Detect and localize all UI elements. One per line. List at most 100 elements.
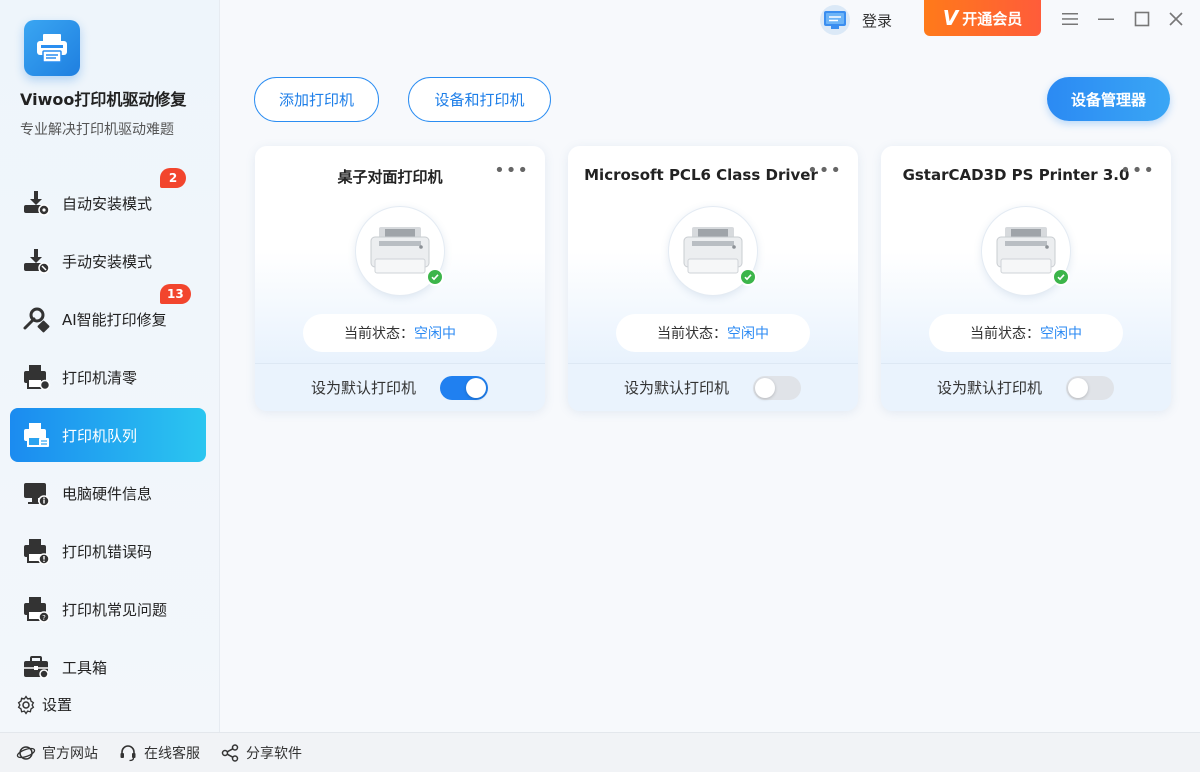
chat-monitor-icon <box>820 5 850 35</box>
sidebar-item-label: 打印机队列 <box>62 426 138 445</box>
sidebar-item-printer-reset[interactable]: 打印机清零 <box>10 350 206 404</box>
login-label: 登录 <box>862 11 893 30</box>
printer-card: Microsoft PCL6 Class Driver ••• 当前状态： 空闲中… <box>568 146 858 411</box>
sidebar-item-label: 手动安装模式 <box>62 252 153 271</box>
printer-name: GstarCAD3D PS Printer 3.0 <box>902 166 1130 184</box>
official-website-link[interactable]: 官方网站 <box>16 743 98 763</box>
app-subtitle: 专业解决打印机驱动难题 <box>20 122 174 138</box>
printer-name: 桌子对面打印机 <box>337 168 443 186</box>
close-button[interactable] <box>1165 8 1187 30</box>
minimize-button[interactable] <box>1095 8 1117 30</box>
status-pill: 当前状态： 空闲中 <box>303 314 497 352</box>
vip-membership-button[interactable]: V 开通会员 <box>924 0 1041 36</box>
gear-icon <box>17 694 35 715</box>
toolbox-icon <box>20 651 52 683</box>
default-printer-toggle[interactable] <box>753 375 801 400</box>
default-printer-label: 设为默认打印机 <box>937 379 1043 397</box>
download-install-icon <box>20 187 52 219</box>
card-footer: 设为默认打印机 <box>255 363 545 411</box>
app-logo <box>24 20 80 76</box>
sidebar-item-label: 工具箱 <box>62 658 108 677</box>
check-icon <box>1052 268 1070 286</box>
sidebar-nav: 自动安装模式 2 手动安装模式 AI智能打印修复 13 打印机清零 打印机队列 … <box>10 168 206 698</box>
sidebar-item-label: 打印机常见问题 <box>62 600 168 619</box>
settings-label: 设置 <box>42 696 73 714</box>
printer-queue-icon <box>20 419 52 451</box>
printer-device-icon <box>370 227 430 274</box>
toggle-knob <box>755 377 775 398</box>
printer-card: GstarCAD3D PS Printer 3.0 ••• 当前状态： 空闲中 设… <box>881 146 1171 411</box>
sidebar-item-label: 打印机错误码 <box>62 542 153 561</box>
printer-logo-icon <box>37 34 67 63</box>
printer-device-icon <box>996 227 1056 274</box>
default-printer-label: 设为默认打印机 <box>311 379 417 397</box>
card-footer: 设为默认打印机 <box>881 363 1171 411</box>
maximize-icon <box>1134 11 1150 27</box>
check-icon <box>426 268 444 286</box>
share-software-link[interactable]: 分享软件 <box>220 743 302 763</box>
printer-device-icon <box>683 227 743 274</box>
printer-error-icon <box>20 535 52 567</box>
sidebar-item-printer-queue[interactable]: 打印机队列 <box>10 408 206 462</box>
sidebar-item-error-codes[interactable]: 打印机错误码 <box>10 524 206 578</box>
sidebar-item-label: 电脑硬件信息 <box>62 484 153 503</box>
vip-icon: V <box>942 6 959 30</box>
sidebar: Viwoo打印机驱动修复 专业解决打印机驱动难题 自动安装模式 2 手动安装模式… <box>0 0 220 732</box>
close-icon <box>1169 12 1183 26</box>
notification-badge: 2 <box>160 168 186 188</box>
sidebar-item-auto-install[interactable]: 自动安装模式 2 <box>10 168 206 230</box>
svg-text:?: ? <box>42 614 46 622</box>
sidebar-item-manual-install[interactable]: 手动安装模式 <box>10 234 206 288</box>
more-options-icon[interactable]: ••• <box>494 162 529 180</box>
support-label: 在线客服 <box>144 745 200 762</box>
printer-faq-icon: ? <box>20 593 52 625</box>
default-printer-toggle[interactable] <box>440 375 488 400</box>
maximize-button[interactable] <box>1131 8 1153 30</box>
more-options-icon[interactable]: ••• <box>807 162 842 180</box>
device-manager-button[interactable]: 设备管理器 <box>1047 77 1170 121</box>
toggle-knob <box>1068 377 1088 398</box>
sidebar-item-ai-repair[interactable]: AI智能打印修复 13 <box>10 284 206 346</box>
card-footer: 设为默认打印机 <box>568 363 858 411</box>
globe-icon <box>16 745 36 760</box>
status-pill: 当前状态： 空闲中 <box>929 314 1123 352</box>
add-printer-button[interactable]: 添加打印机 <box>254 77 379 122</box>
computer-info-icon <box>20 477 52 509</box>
printer-card: 桌子对面打印机 ••• 当前状态： 空闲中 设为默认打印机 <box>255 146 545 411</box>
sidebar-item-label: 打印机清零 <box>62 368 138 387</box>
default-printer-label: 设为默认打印机 <box>624 379 730 397</box>
headset-icon <box>120 744 136 761</box>
status-value: 空闲中 <box>1040 326 1082 342</box>
share-label: 分享软件 <box>246 745 302 762</box>
vip-label: 开通会员 <box>962 9 1023 28</box>
menu-button[interactable] <box>1059 8 1081 30</box>
check-icon <box>739 268 757 286</box>
sidebar-item-toolbox[interactable]: 工具箱 <box>10 640 206 694</box>
devices-printers-button[interactable]: 设备和打印机 <box>408 77 551 122</box>
toggle-knob <box>466 377 486 398</box>
download-manual-icon <box>20 245 52 277</box>
login-button[interactable]: 登录 <box>818 4 892 36</box>
sidebar-item-hardware-info[interactable]: 电脑硬件信息 <box>10 466 206 520</box>
sidebar-item-faq[interactable]: ? 打印机常见问题 <box>10 582 206 636</box>
notification-badge: 13 <box>160 284 191 304</box>
minimize-icon <box>1098 18 1114 20</box>
settings-button[interactable]: 设置 <box>16 694 72 715</box>
website-label: 官方网站 <box>42 745 98 762</box>
app-name: Viwoo打印机驱动修复 <box>20 90 187 109</box>
status-label: 当前状态： <box>344 326 414 342</box>
status-label: 当前状态： <box>657 326 727 342</box>
footer-bar: 官方网站 在线客服 分享软件 <box>0 732 1200 772</box>
repair-tools-icon <box>20 303 52 335</box>
sidebar-item-label: AI智能打印修复 <box>62 310 167 329</box>
status-label: 当前状态： <box>970 326 1040 342</box>
hamburger-menu-icon <box>1062 13 1078 25</box>
more-options-icon[interactable]: ••• <box>1120 162 1155 180</box>
status-pill: 当前状态： 空闲中 <box>616 314 810 352</box>
status-value: 空闲中 <box>414 326 456 342</box>
sidebar-item-label: 自动安装模式 <box>62 194 153 213</box>
default-printer-toggle[interactable] <box>1066 375 1114 400</box>
share-icon <box>221 743 239 762</box>
online-support-link[interactable]: 在线客服 <box>118 743 200 763</box>
printer-name: Microsoft PCL6 Class Driver <box>584 166 818 184</box>
